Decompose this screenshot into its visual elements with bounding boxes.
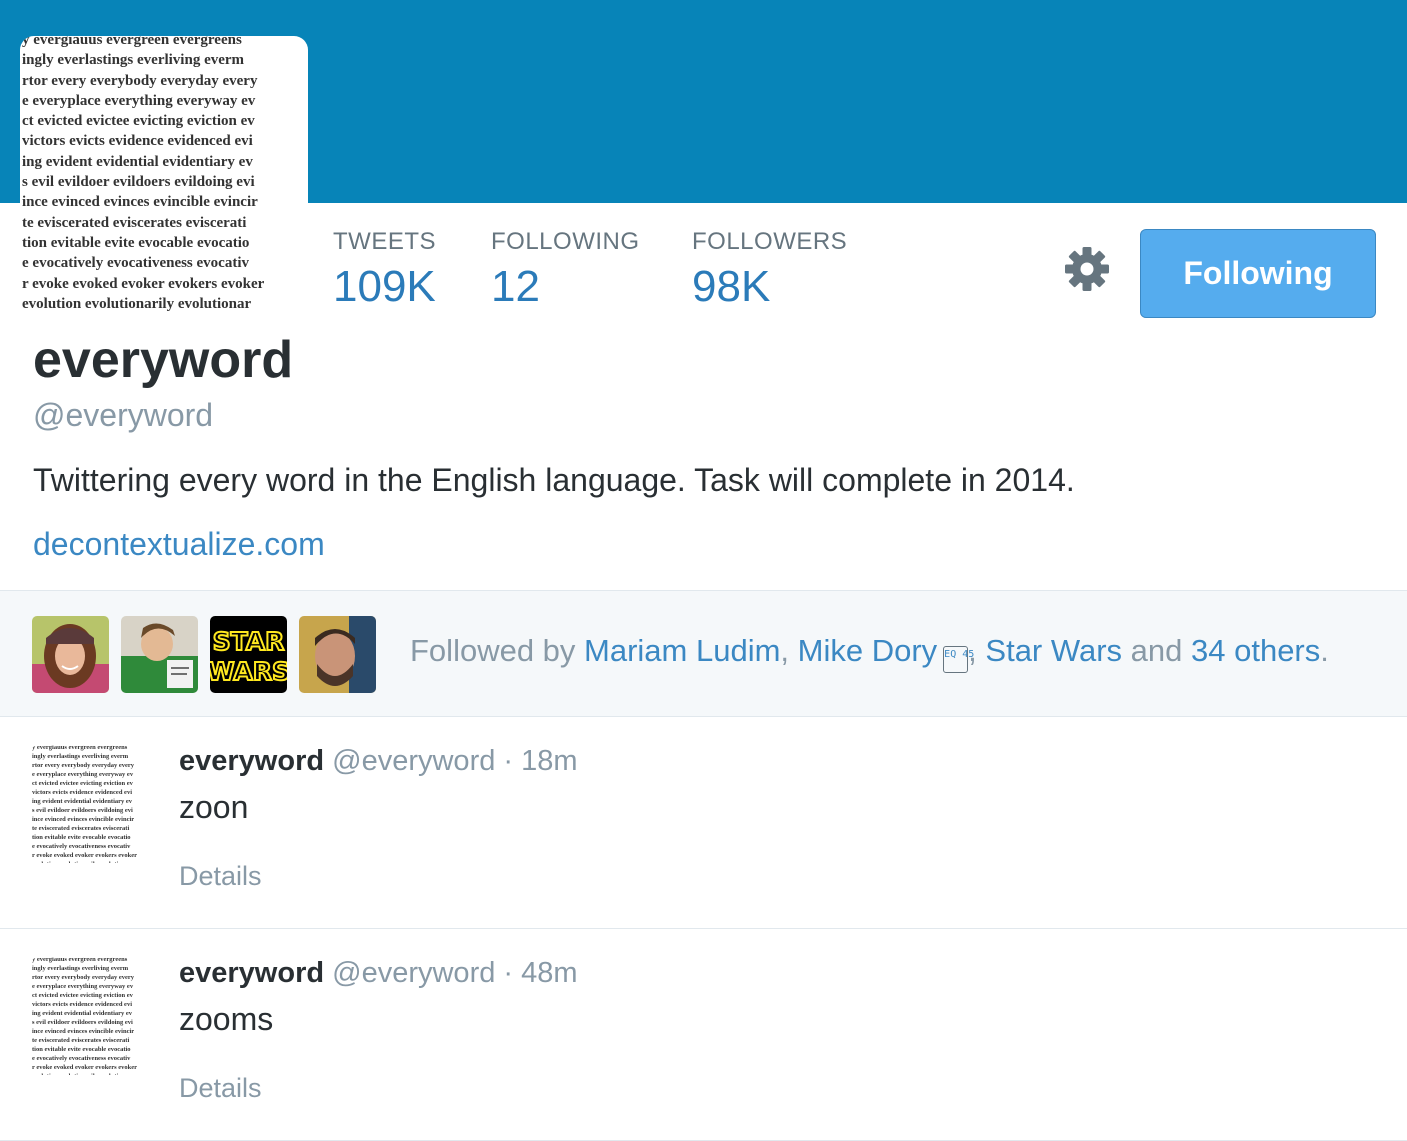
tweet-item[interactable]: y evergiauus evergreen evergreens ingly e… (0, 717, 1407, 929)
tweet-details-link[interactable]: Details (179, 861, 262, 892)
avatar-text-line: victors evicts evidence evidenced evi (22, 133, 253, 150)
avatar-text-line: ing evident evidential evidentiary ev (32, 798, 133, 805)
star-wars-logo-bottom: WARS (210, 657, 287, 686)
avatar-word-texture: y evergiauus evergreen evergreens ingly e… (32, 745, 150, 863)
stat-label: TWEETS (333, 228, 436, 255)
stat-label: FOLLOWERS (692, 228, 848, 255)
avatar-text-line: ingly everlastings everliving everm (32, 753, 129, 760)
stat-label: FOLLOWING (491, 228, 640, 255)
avatar-text-line: s evil evildoer evildoers evildoing evi (32, 1019, 133, 1026)
followed-by-prefix: Followed by (410, 633, 585, 668)
follower-link-star-wars[interactable]: Star Wars (985, 633, 1122, 668)
avatar-word-texture: y evergiauus evergreen evergreens ingly e… (32, 957, 150, 1075)
mike-dory-badge-icon: EQ 45 (943, 646, 974, 673)
avatar-mariam-ludim[interactable] (32, 616, 109, 693)
separator: · (495, 957, 522, 989)
star-wars-logo-top: STAR (213, 627, 285, 656)
avatar-text-line: e evocatively evocativeness evocativ (32, 843, 131, 850)
avatar-text-line: ingly everlastings everliving everm (22, 52, 245, 69)
avatar-text-line: ince evinced evinces evincible evincir (32, 816, 135, 823)
gear-icon[interactable] (1064, 246, 1110, 292)
stat-followers[interactable]: FOLLOWERS 98K (692, 228, 847, 312)
avatar-text-line: e everyplace everything everyway ev (32, 771, 134, 778)
avatar-text-line: r evoke evoked evoker evokers evoker (22, 275, 265, 292)
avatar-text-line: evolution evolutionarily evolutionar (32, 860, 150, 863)
tweet-details-link[interactable]: Details (179, 1073, 262, 1104)
stat-following[interactable]: FOLLOWING 12 (491, 228, 640, 312)
stat-value: 109K (333, 262, 436, 311)
tweet-item[interactable]: y evergiauus evergreen evergreens ingly e… (0, 929, 1407, 1141)
tweet-text: zoon (179, 789, 249, 825)
stat-value: 98K (692, 262, 771, 311)
avatar-text-line: e everyplace everything everyway ev (22, 92, 256, 109)
avatar-text-line: e evocatively evocativeness evocativ (32, 1055, 131, 1062)
avatar-text-line: victors evicts evidence evidenced evi (32, 1001, 132, 1008)
avatar-text-line: te eviscerated eviscerates eviscerati (22, 214, 247, 231)
avatar-text-line: evolution evolutionarily evolutionar (22, 295, 252, 312)
avatar-text-line: tion evitable evite evocable evocatio (32, 1046, 131, 1053)
comma: , (968, 633, 986, 668)
followed-by-section: STAR WARS Followed by Mariam Ludim, Mike… (0, 590, 1407, 717)
followed-by-text: Followed by Mariam Ludim, Mike Dory EQ 45… (410, 633, 1329, 673)
avatar-text-line: y evergiauus evergreen evergreens (22, 36, 242, 48)
avatar-mike-dory[interactable] (121, 616, 198, 693)
followed-by-suffix: . (1320, 633, 1329, 668)
tweet-avatar[interactable]: y evergiauus evergreen evergreens ingly e… (32, 957, 150, 1075)
avatar-text-line: ing evident evidential evidentiary ev (32, 1010, 133, 1017)
avatar-text-line: rtor every everybody everyday every (32, 762, 135, 769)
profile-name[interactable]: everyword (33, 330, 293, 390)
avatar-text-line: rtor every everybody everyday every (32, 974, 135, 981)
avatar-text-line: e evocatively evocativeness evocativ (22, 255, 249, 272)
avatar-text-line: e everyplace everything everyway ev (32, 983, 134, 990)
tweet-text: zooms (179, 1001, 274, 1037)
avatar-text-line: te eviscerated eviscerates eviscerati (32, 825, 130, 832)
tweet-timestamp[interactable]: 18m (521, 745, 577, 777)
profile-avatar[interactable]: y evergiauus evergreen evergreens ingly e… (20, 36, 308, 326)
separator: · (495, 745, 522, 777)
stat-value: 12 (491, 262, 540, 311)
comma: , (780, 633, 798, 668)
others-link[interactable]: 34 others (1191, 633, 1320, 668)
avatar-text-line: ingly everlastings everliving everm (32, 965, 129, 972)
avatar-text-line: ct evicted evictee evicting eviction ev (32, 992, 133, 999)
avatar-text-line: ct evicted evictee evicting eviction ev (32, 780, 133, 787)
tweet-author-handle[interactable]: @everyword (332, 957, 495, 989)
follower-link-mike-dory[interactable]: Mike Dory (798, 633, 938, 668)
tweet-avatar[interactable]: y evergiauus evergreen evergreens ingly e… (32, 745, 150, 863)
following-button[interactable]: Following (1140, 229, 1376, 318)
tweet-header: everyword @everyword · 48m (179, 957, 578, 990)
tweet-header: everyword @everyword · 18m (179, 745, 578, 778)
profile-bio: Twittering every word in the English lan… (33, 462, 1075, 498)
avatar-text-line: r evoke evoked evoker evokers evoker (32, 852, 137, 859)
follower-link-mariam-ludim[interactable]: Mariam Ludim (584, 633, 780, 668)
avatar-text-line: s evil evildoer evildoers evildoing evi (22, 174, 255, 191)
avatar-word-texture: y evergiauus evergreen evergreens ingly e… (22, 36, 308, 314)
profile-handle: @everyword (33, 397, 214, 433)
avatar-other-follower[interactable] (299, 616, 376, 693)
tweet-timestamp[interactable]: 48m (521, 957, 577, 989)
avatar-text-line: ct evicted evictee evicting eviction ev (22, 113, 255, 130)
avatar-text-line: y evergiauus evergreen evergreens (32, 957, 128, 963)
avatar-text-line: r evoke evoked evoker evokers evoker (32, 1064, 137, 1071)
avatar-text-line: ing evident evidential evidentiary ev (22, 153, 253, 170)
tweet-author-name[interactable]: everyword (179, 957, 324, 989)
avatar-text-line: victors evicts evidence evidenced evi (32, 789, 132, 796)
tweet-author-handle[interactable]: @everyword (332, 745, 495, 777)
avatar-star-wars[interactable]: STAR WARS (210, 616, 287, 693)
avatar-text-line: tion evitable evite evocable evocatio (32, 834, 131, 841)
avatar-text-line: te eviscerated eviscerates eviscerati (32, 1037, 130, 1044)
connector-text: and (1122, 633, 1191, 668)
avatar-text-line: evolution evolutionarily evolutionar (32, 1072, 150, 1075)
tweet-author-name[interactable]: everyword (179, 745, 324, 777)
avatar-text-line: ince evinced evinces evincible evincir (32, 1028, 135, 1035)
avatar-text-line: s evil evildoer evildoers evildoing evi (32, 807, 133, 814)
avatar-text-line: rtor every everybody everyday every (22, 72, 258, 89)
avatar-text-line: tion evitable evite evocable evocatio (22, 234, 250, 251)
avatar-text-line: y evergiauus evergreen evergreens (32, 745, 128, 751)
avatar-text-line: ince evinced evinces evincible evincir (22, 194, 258, 211)
stat-tweets[interactable]: TWEETS 109K (333, 228, 436, 312)
profile-url-link[interactable]: decontextualize.com (33, 526, 325, 563)
